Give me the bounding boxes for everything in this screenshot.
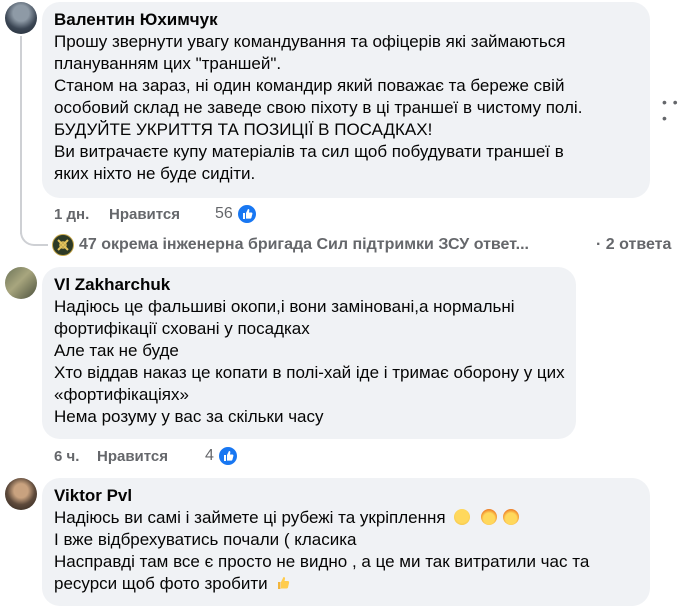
thumbs-up-icon[interactable]	[218, 446, 238, 466]
comment-text-line: Станом на зараз, ні один командир який п…	[54, 76, 565, 95]
comment-text-line: Хто віддав наказ це копати в полі-хай ід…	[54, 363, 565, 382]
comment-text-line: «фортифікаціях»	[54, 385, 189, 404]
thread-line	[20, 36, 22, 234]
like-button[interactable]: Нравится	[109, 206, 180, 223]
thumbs-up-icon[interactable]	[237, 204, 257, 224]
timestamp[interactable]: 1 дн.	[54, 206, 89, 223]
comment-author[interactable]: Viktor Pvl	[54, 485, 638, 507]
comment-author[interactable]: Vl Zakharchuk	[54, 274, 564, 296]
timestamp[interactable]: 6 ч.	[54, 448, 79, 465]
comment-text-line: Прошу звернути увагу командування та офі…	[54, 32, 566, 51]
comment-text-line: Нема розуму у вас за скільки часу	[54, 407, 324, 426]
avatar[interactable]	[5, 2, 37, 34]
reaction-count[interactable]: 4	[205, 447, 214, 465]
comment-text-line: Насправді там все є просто не видно , а …	[54, 552, 590, 571]
comment-text: Надіюсь ви самі і займете ці рубежі та у…	[54, 508, 446, 527]
thumbs-up-emoji	[275, 575, 291, 597]
comment-meta: 1 дн. Нравится 56	[54, 204, 314, 226]
reply-count[interactable]: · 2 ответа	[596, 236, 671, 254]
comment-text-line: плануванням цих "траншей".	[54, 54, 282, 73]
comment-author[interactable]: Валентин Юхимчук	[54, 9, 638, 31]
comment-bubble: Vl Zakharchuk Надіюсь це фальшиві окопи,…	[42, 267, 576, 439]
comment-text-line: ресурси щоб фото зробити	[54, 573, 638, 597]
fearful-face-emoji	[454, 509, 471, 525]
reply-author: 47 окрема інженерна бригада Сил підтримк…	[79, 236, 529, 253]
avatar[interactable]	[5, 478, 37, 510]
comment-text-line: Надіюсь ви самі і займете ці рубежі та у…	[54, 507, 638, 529]
comment-bubble: Viktor Pvl Надіюсь ви самі і займете ці …	[42, 478, 650, 606]
comment-meta: 6 ч. Нравится 4	[54, 446, 314, 468]
comment-text-line: Але так не буде	[54, 341, 179, 360]
comment-text-line: Надіюсь це фальшиві окопи,і вони замінов…	[54, 297, 515, 316]
comment-text-line: І вже відбрехуватись почали ( класика	[54, 530, 357, 549]
comment-text-line: яких ніхто не буде сидіти.	[54, 164, 256, 183]
comment-text-line: особовий склад не заведе свою піхоту в ц…	[54, 98, 583, 117]
comment-text-line: Ви витрачаєте купу матеріалів та сил щоб…	[54, 142, 564, 161]
more-horizontal-icon[interactable]: • • •	[662, 94, 689, 126]
comment-text-line: фортифікації сховані у посадках	[54, 319, 310, 338]
comment-bubble: Валентин Юхимчук Прошу звернути увагу ко…	[42, 2, 650, 198]
brigade-avatar[interactable]	[52, 234, 74, 256]
avatar[interactable]	[5, 267, 37, 299]
comment-text: ресурси щоб фото зробити	[54, 574, 268, 593]
comment-text-line: БУДУЙТЕ УКРИТТЯ ТА ПОЗИЦІЇ В ПОСАДКАХ!	[54, 120, 433, 139]
exploding-head-emoji	[502, 509, 519, 525]
thread-line-curve	[20, 220, 48, 246]
like-button[interactable]: Нравится	[97, 448, 168, 465]
exploding-head-emoji	[481, 509, 498, 525]
view-replies-link[interactable]: 47 окрема інженерна бригада Сил підтримк…	[79, 236, 529, 254]
reaction-count[interactable]: 56	[215, 205, 233, 223]
